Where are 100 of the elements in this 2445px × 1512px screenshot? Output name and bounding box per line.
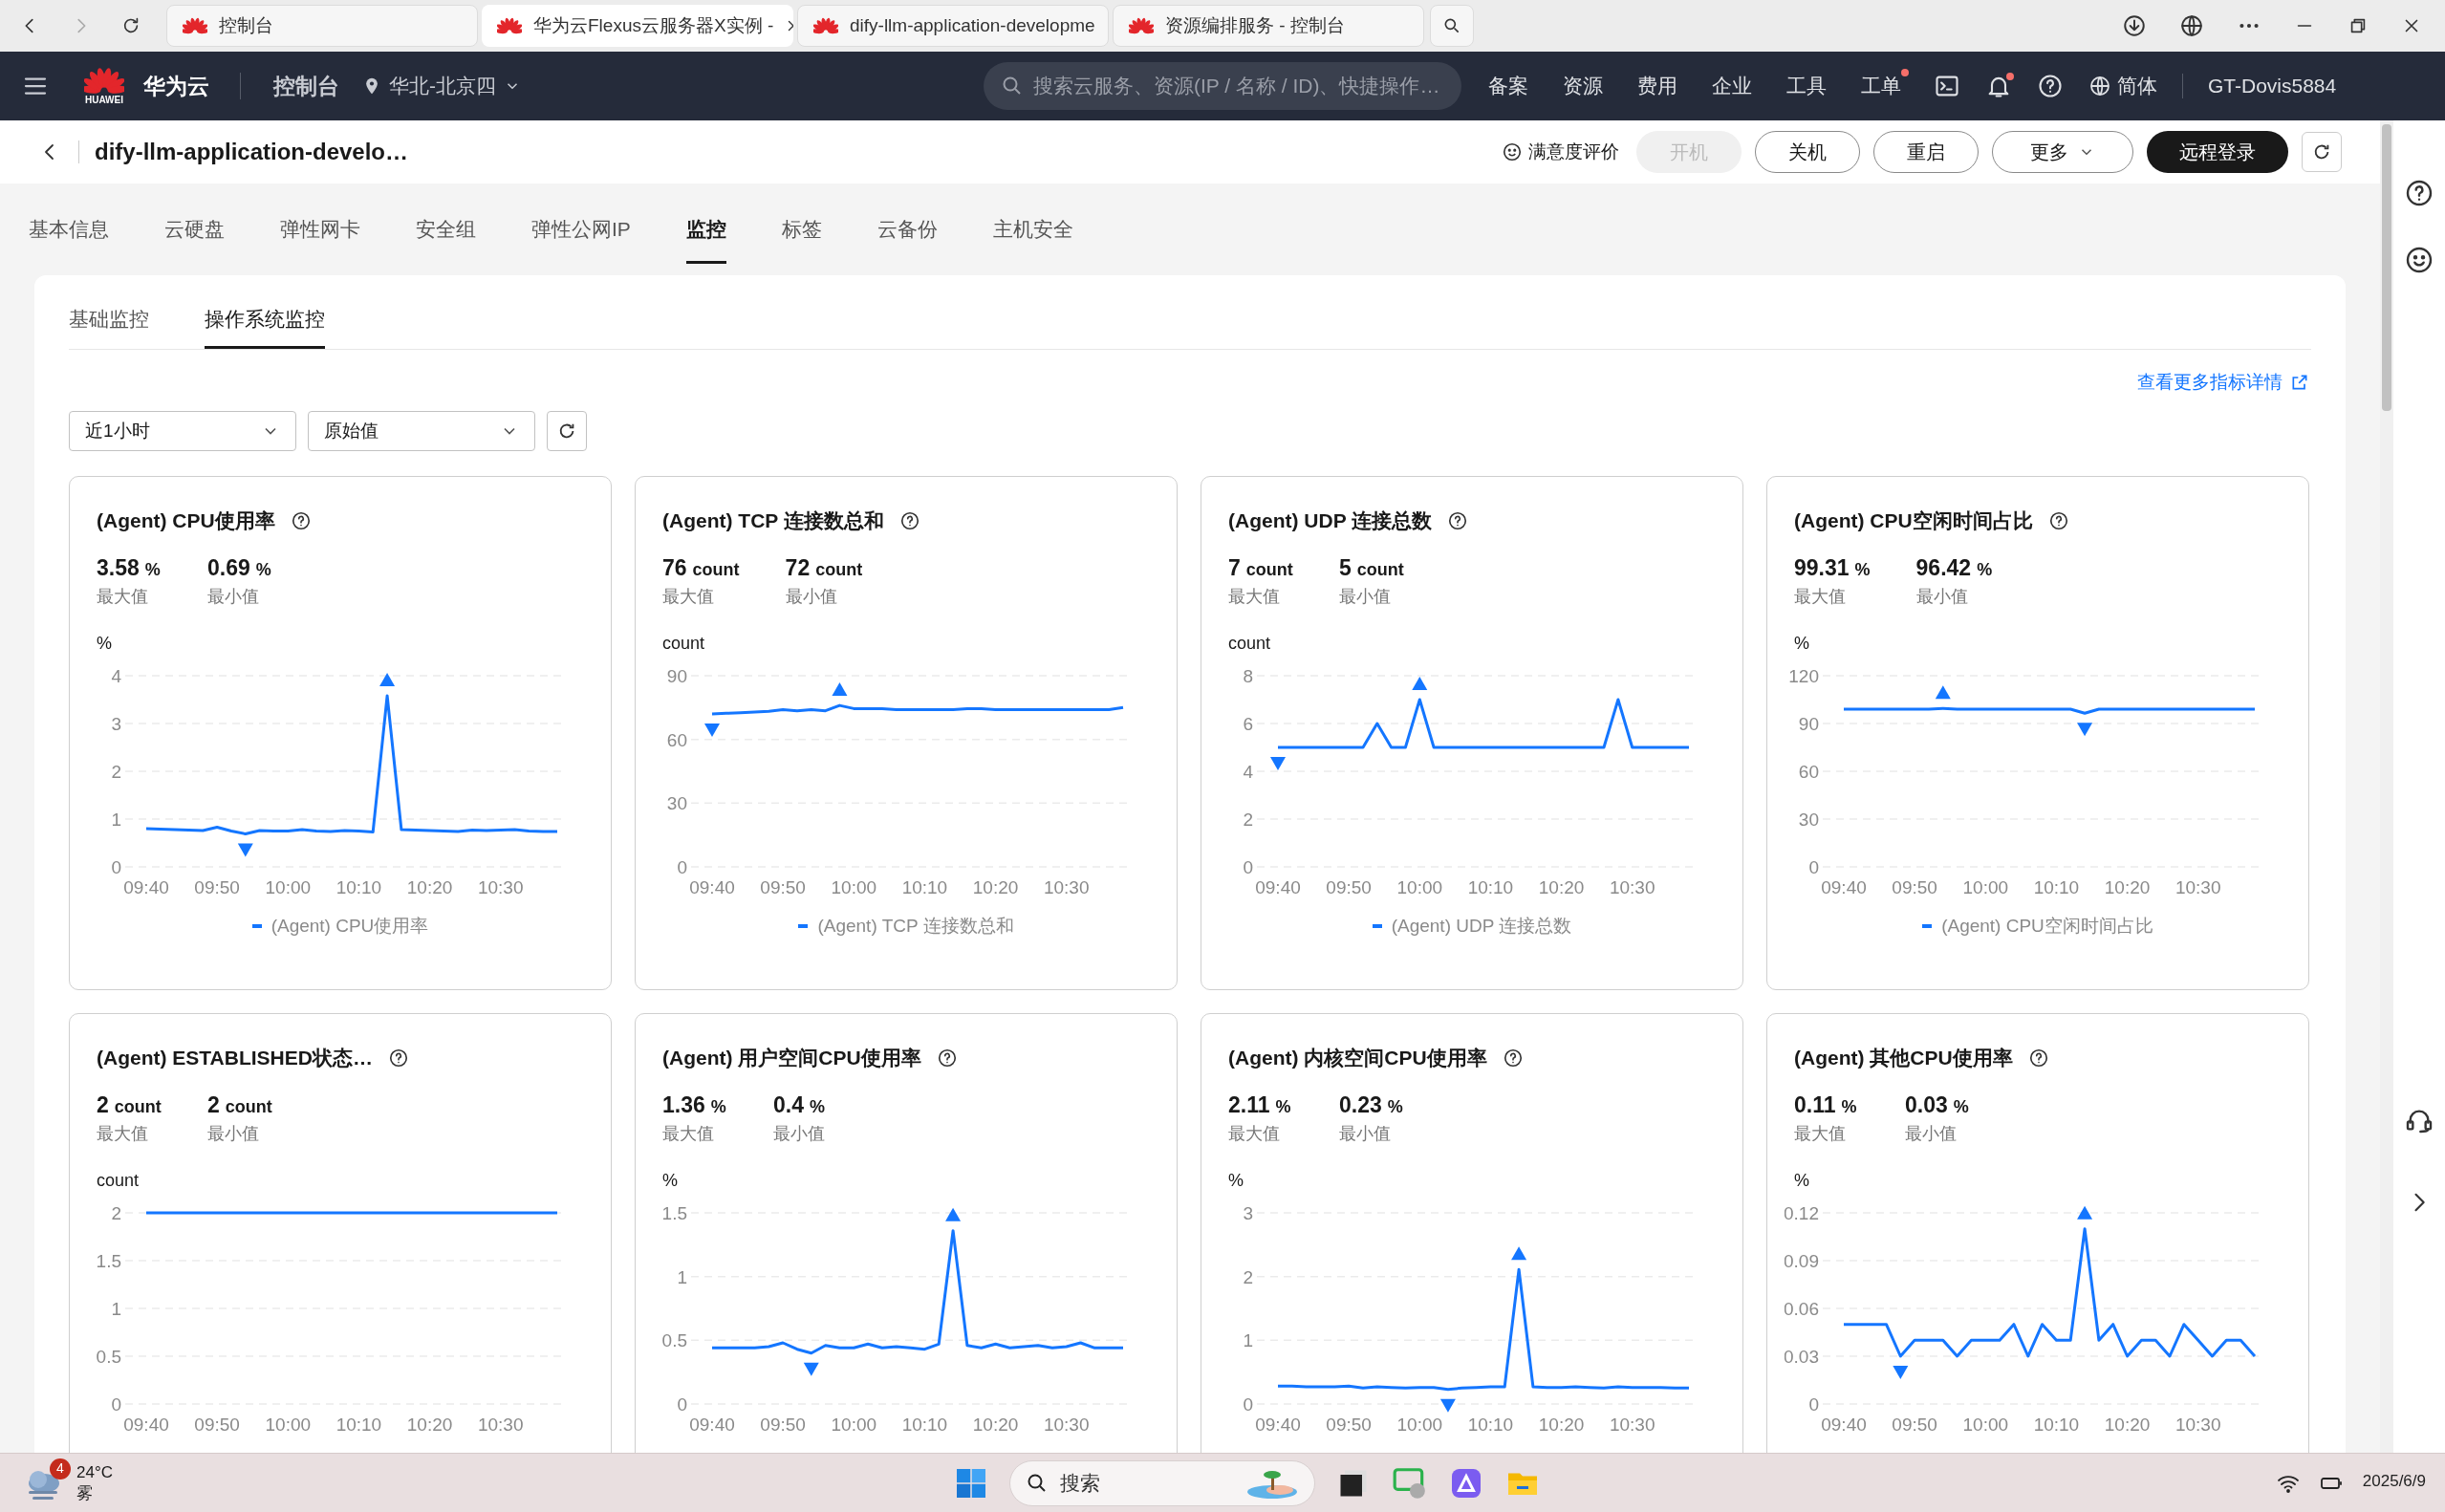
stat-label: 最大值 xyxy=(1228,586,1281,608)
axis-label: 09:40 xyxy=(1821,1415,1867,1435)
min-marker xyxy=(1270,757,1286,770)
axis-label: 09:50 xyxy=(1326,877,1372,897)
help-icon[interactable] xyxy=(1502,1047,1524,1069)
tab[interactable]: 安全组 xyxy=(416,213,476,264)
dropdown-select[interactable]: 原始值 xyxy=(308,411,535,451)
legend-swatch xyxy=(798,924,809,929)
tab[interactable]: 弹性网卡 xyxy=(280,213,360,264)
subtab[interactable]: 基础监控 xyxy=(69,304,149,349)
tab[interactable]: 弹性公网IP xyxy=(531,213,631,264)
nav-link[interactable]: 工单 xyxy=(1857,71,1905,101)
axis-label: 10:20 xyxy=(2104,1415,2151,1435)
axis-label: 6 xyxy=(1243,714,1253,734)
axis-label: 30 xyxy=(1798,810,1819,830)
min-marker xyxy=(2077,723,2093,737)
subtab[interactable]: 操作系统监控 xyxy=(205,304,325,349)
metrics-link[interactable]: 查看更多指标详情 xyxy=(2137,368,2309,396)
stat-label: 最小值 xyxy=(1339,1123,1392,1145)
feedback-link[interactable]: 满意度评价 xyxy=(1502,138,1619,166)
help-icon[interactable] xyxy=(1447,509,1469,531)
taskbar-search[interactable]: 搜索 xyxy=(1009,1459,1315,1506)
help-icon[interactable] xyxy=(2027,1047,2049,1069)
help-icon[interactable] xyxy=(290,509,312,531)
axis-label: 2 xyxy=(111,762,121,782)
user-name[interactable]: GT-Dovis5884 xyxy=(2208,71,2337,101)
tab[interactable]: 监控 xyxy=(685,213,726,264)
refresh-button[interactable] xyxy=(547,411,587,451)
axis-label: 09:40 xyxy=(689,877,735,897)
tab[interactable]: 标签 xyxy=(781,213,822,264)
axis-label: 09:40 xyxy=(123,1415,169,1435)
help-icon[interactable] xyxy=(936,1047,958,1069)
help-icon[interactable] xyxy=(2404,178,2434,208)
globe-icon xyxy=(2088,75,2111,97)
axis-label: 90 xyxy=(666,666,687,686)
browser-tab[interactable]: dify-llm-application-developme xyxy=(797,5,1109,47)
stat-unit: % xyxy=(255,558,271,581)
stat-unit: count xyxy=(225,1095,272,1118)
stat-unit: % xyxy=(1841,1095,1857,1118)
axis-label: 1.5 xyxy=(661,1203,687,1223)
axis-label: 120 xyxy=(1788,666,1819,686)
nav-link[interactable]: 企业 xyxy=(1708,71,1756,101)
stat-value: 7 xyxy=(1228,553,1241,582)
tab[interactable]: 云备份 xyxy=(876,213,938,264)
action-button[interactable]: 重启 xyxy=(1873,131,1979,173)
axis-label: 09:40 xyxy=(123,877,169,897)
stat-unit: count xyxy=(114,1095,162,1118)
temperature-label: 24°C xyxy=(76,1462,113,1483)
download-icon[interactable] xyxy=(2122,13,2147,38)
axis-label: 10:20 xyxy=(2104,877,2151,897)
stat-value: 2.11 xyxy=(1228,1091,1270,1119)
nav-link[interactable]: 工具 xyxy=(1783,71,1830,101)
card-title: (Agent) 内核空间CPU使用率 xyxy=(1228,1046,1487,1070)
axis-unit: % xyxy=(1794,1170,1809,1192)
axis-label: 1.5 xyxy=(96,1251,121,1271)
nav-link[interactable]: 资源 xyxy=(1559,71,1607,101)
stat-label: 最大值 xyxy=(1228,1123,1281,1145)
stat-value: 72 xyxy=(785,553,811,582)
tab[interactable]: 主机安全 xyxy=(992,213,1073,264)
scrollbar-thumb[interactable] xyxy=(2382,124,2391,411)
browser-tab[interactable]: 华为云Flexus云服务器X实例 - xyxy=(482,5,793,47)
axis-label: 0 xyxy=(1808,857,1819,877)
tab[interactable]: 基本信息 xyxy=(29,213,109,264)
stat-label: 最大值 xyxy=(97,586,149,608)
help-icon[interactable] xyxy=(2037,73,2064,99)
axis-label: 2 xyxy=(1243,1266,1253,1287)
card-title: (Agent) 用户空间CPU使用率 xyxy=(662,1046,921,1070)
language-selector[interactable]: 简体 xyxy=(2088,71,2157,101)
browser-tab[interactable]: 控制台 xyxy=(166,5,478,47)
axis-unit: count xyxy=(97,1170,140,1192)
refresh-button[interactable] xyxy=(2302,132,2342,172)
stat-label: 最小值 xyxy=(207,586,260,608)
region-selector[interactable]: 华北-北京四 xyxy=(362,71,521,101)
help-icon[interactable] xyxy=(2047,509,2069,531)
more-dropdown[interactable]: 更多 xyxy=(1992,131,2133,173)
smile-icon[interactable] xyxy=(2404,245,2434,275)
axis-label: 60 xyxy=(1798,762,1819,782)
stat-value: 0.03 xyxy=(1905,1091,1948,1119)
tab[interactable]: 云硬盘 xyxy=(164,213,225,264)
axis-label: 0.5 xyxy=(96,1347,121,1367)
axis-label: 0 xyxy=(1243,1394,1253,1415)
search-field[interactable]: 搜索云服务、资源(IP / 名称 / ID)、快捷操作… xyxy=(984,62,1461,110)
action-button[interactable]: 远程登录 xyxy=(2147,131,2288,173)
axis-label: 1 xyxy=(1243,1330,1253,1351)
console-title[interactable]: 控制台 xyxy=(273,69,339,103)
help-icon[interactable] xyxy=(387,1047,409,1069)
axis-label: 09:40 xyxy=(1255,877,1301,897)
globe-icon[interactable] xyxy=(2179,13,2204,38)
action-button[interactable]: 关机 xyxy=(1755,131,1860,173)
dropdown-select[interactable]: 近1小时 xyxy=(69,411,296,451)
stat-label: 最小值 xyxy=(207,1123,260,1145)
axis-label: 1 xyxy=(677,1266,687,1287)
tab-search-button[interactable] xyxy=(1430,5,1474,47)
stat-value: 0.23 xyxy=(1339,1091,1382,1119)
nav-link[interactable]: 费用 xyxy=(1634,71,1681,101)
nav-link[interactable]: 备案 xyxy=(1484,71,1532,101)
stat-value: 0.69 xyxy=(207,553,250,582)
browser-tab[interactable]: 资源编排服务 - 控制台 xyxy=(1113,5,1424,47)
help-icon[interactable] xyxy=(898,509,920,531)
legend-swatch xyxy=(251,924,262,929)
